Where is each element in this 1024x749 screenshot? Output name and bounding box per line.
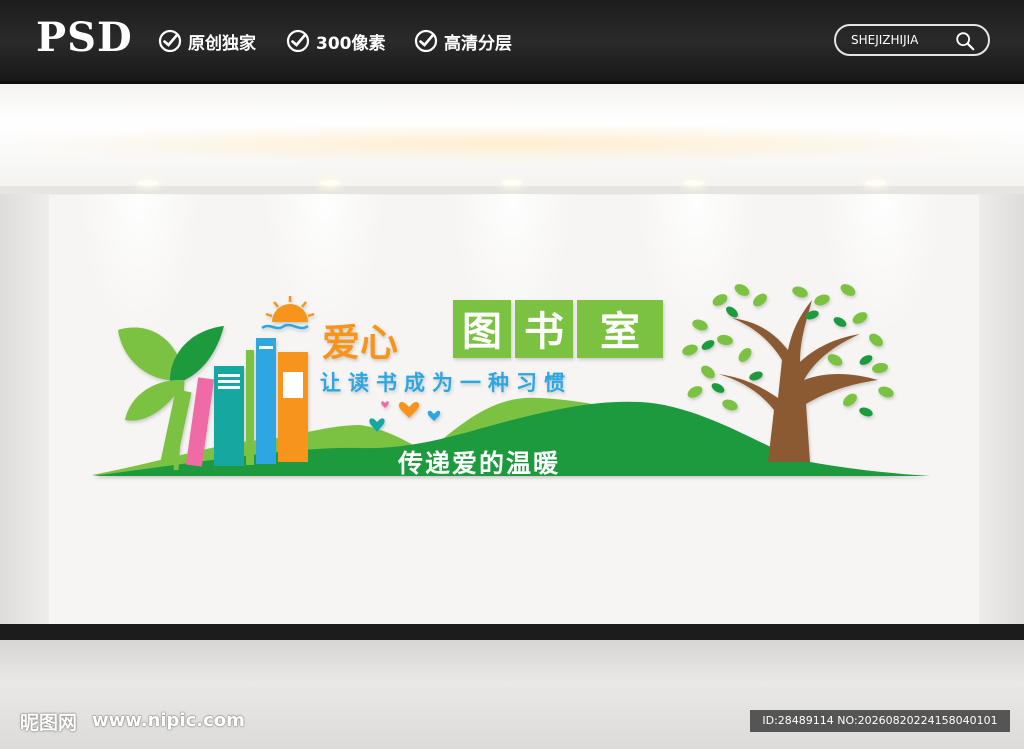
title-char: 书 bbox=[524, 309, 564, 355]
watermark-id: ID:28489114 NO:20260820224158040101 bbox=[750, 710, 1010, 732]
title-char: 图 bbox=[462, 309, 502, 355]
slogan: 传递爱的温暖 bbox=[397, 449, 560, 478]
subtitle: 让读书成为一种习惯 bbox=[320, 371, 572, 395]
watermark-logo: 昵图网 bbox=[20, 712, 78, 734]
hearts-icon bbox=[369, 401, 441, 432]
sun-icon bbox=[261, 296, 315, 330]
title-char: 室 bbox=[600, 309, 640, 355]
title-love: 爱心 bbox=[322, 321, 398, 365]
library-sign: 爱心 图 书 室 让读书成为一种习惯 传递爱的温暖 bbox=[92, 284, 930, 478]
watermark-url: www.nipic.com bbox=[92, 710, 245, 731]
